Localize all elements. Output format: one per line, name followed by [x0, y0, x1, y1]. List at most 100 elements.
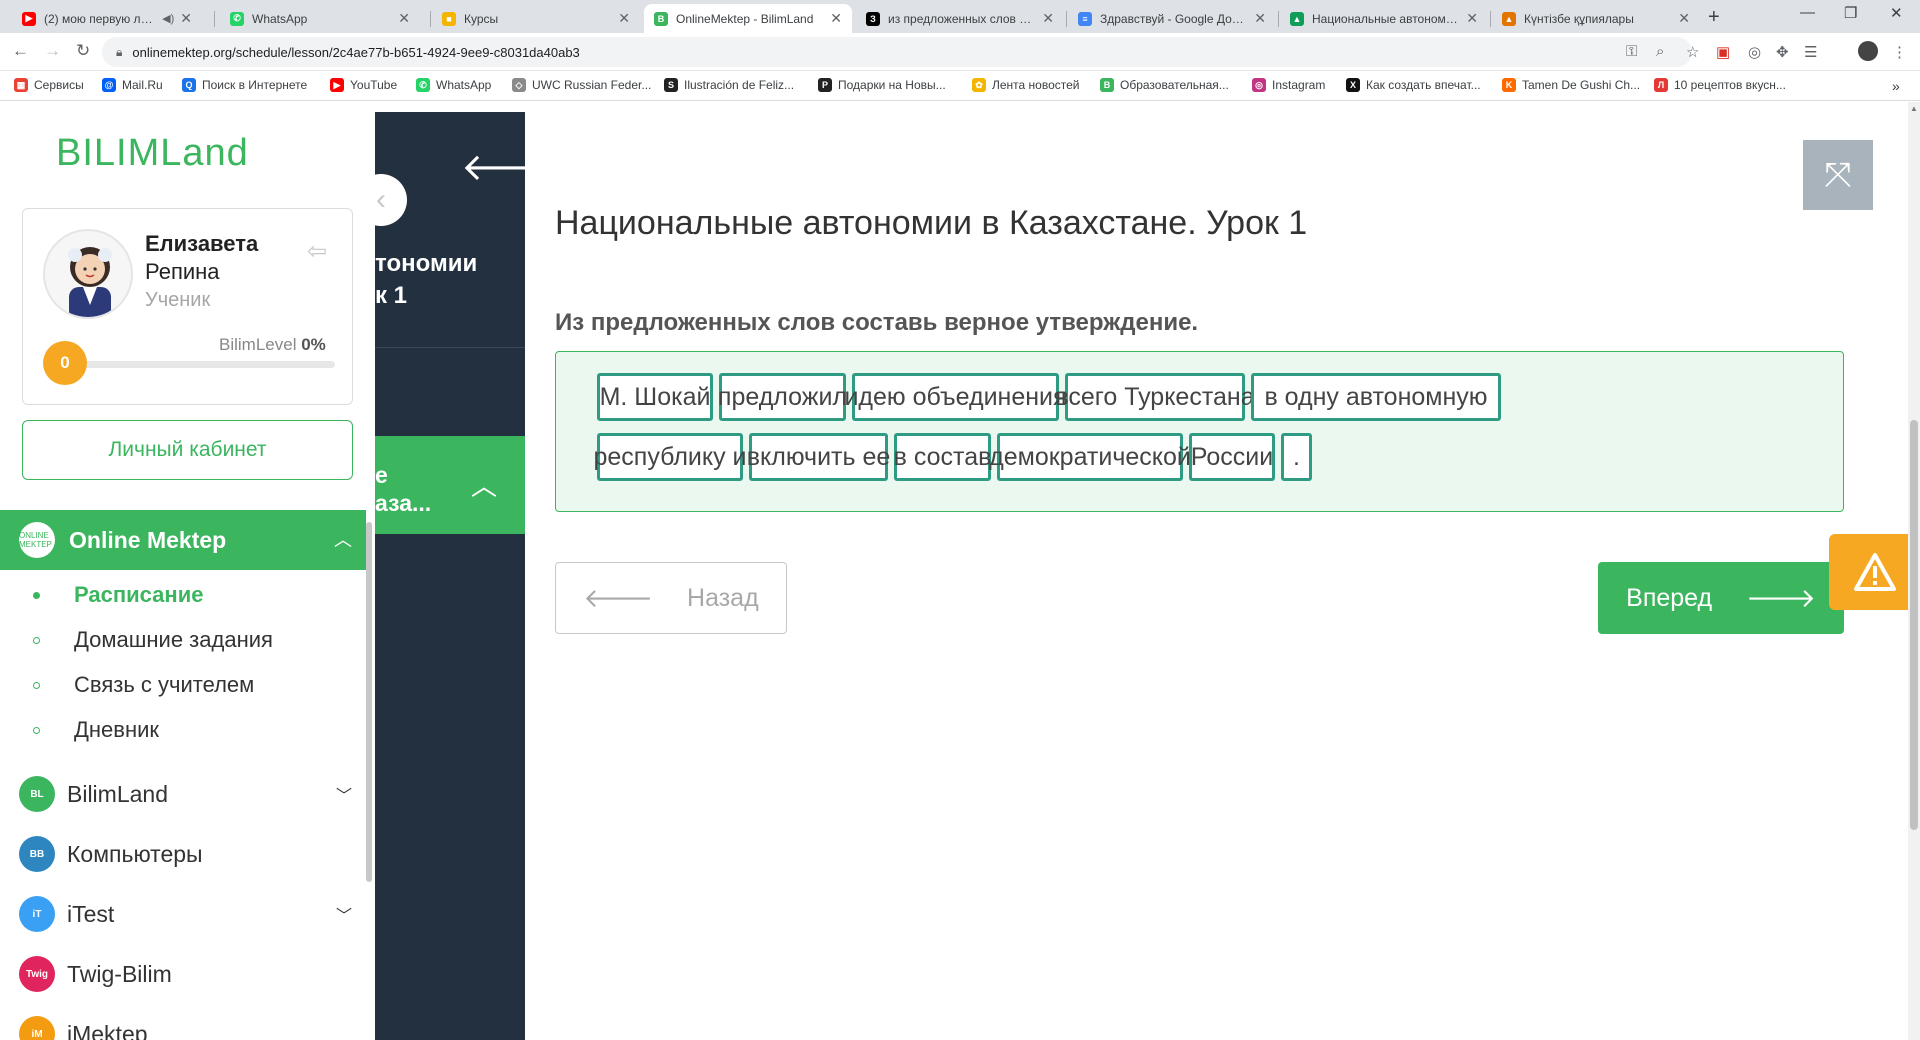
- scrollbar-thumb[interactable]: [1910, 420, 1918, 830]
- bookmark-uwc[interactable]: ◇ UWC Russian Feder...: [512, 78, 651, 92]
- reload-icon[interactable]: ↻: [76, 41, 90, 61]
- puzzle-icon[interactable]: ✥: [1776, 43, 1789, 61]
- word-tile[interactable]: М. Шокай: [597, 373, 713, 421]
- word-tile[interactable]: демократической: [989, 433, 1191, 481]
- bookmarks-overflow-icon[interactable]: »: [1892, 78, 1900, 94]
- fullscreen-button[interactable]: ⤧: [1803, 140, 1873, 210]
- mute-icon[interactable]: ◀): [162, 12, 174, 25]
- chevron-up-icon[interactable]: ︿: [334, 526, 352, 552]
- youtube-icon: ▶: [330, 78, 344, 92]
- zoom-icon[interactable]: ⌕: [1656, 43, 1664, 60]
- lock-icon[interactable]: 🔒︎: [116, 45, 122, 60]
- close-icon[interactable]: ✕: [618, 10, 630, 27]
- next-button[interactable]: Вперед 🡒: [1598, 562, 1844, 634]
- new-tab-icon[interactable]: +: [1708, 6, 1720, 29]
- profile-avatar[interactable]: [1858, 41, 1878, 61]
- close-icon[interactable]: ✕: [1678, 10, 1690, 27]
- bookmark-recipes[interactable]: Л 10 рецептов вкусн...: [1654, 78, 1786, 92]
- bilimbook-icon: BB: [19, 836, 55, 872]
- report-problem-button[interactable]: [1829, 534, 1920, 610]
- browser-tab[interactable]: ✆ WhatsApp ✕: [220, 4, 420, 33]
- sidebar-scrollbar[interactable]: [366, 522, 372, 882]
- bookmark-search[interactable]: Q Поиск в Интернете: [182, 78, 307, 92]
- logout-icon[interactable]: ⇦: [307, 237, 327, 266]
- word-answer-area[interactable]: М. Шокай предложил идею объединения всег…: [555, 351, 1844, 512]
- bookmark-services[interactable]: ▦ Сервисы: [14, 78, 84, 92]
- bookmark-ilustracion[interactable]: S Ilustración de Feliz...: [664, 78, 794, 92]
- personal-cabinet-button[interactable]: Личный кабинет: [22, 420, 353, 480]
- word-tile[interactable]: .: [1281, 433, 1312, 481]
- bilimland-logo[interactable]: BILIMLand: [56, 132, 249, 175]
- reading-list-icon[interactable]: ☰: [1804, 43, 1817, 61]
- back-arrow-icon[interactable]: 🡐: [461, 144, 525, 190]
- expand-icon: ⤧: [1824, 155, 1852, 194]
- module-imektep[interactable]: iM iMektep: [0, 1009, 366, 1040]
- chevron-up-icon[interactable]: ︿: [471, 466, 497, 503]
- browser-tab[interactable]: ▲ Национальные автономи... ✕: [1280, 4, 1488, 33]
- menu-online-mektep[interactable]: ONLINE MEKTEP Online Mektep ︿: [0, 510, 366, 570]
- collapse-panel-button[interactable]: ‹: [355, 174, 407, 226]
- tab-title: WhatsApp: [252, 11, 308, 26]
- bookmark-howto[interactable]: X Как создать впечат...: [1346, 78, 1481, 92]
- bookmark-gifts[interactable]: P Подарки на Новы...: [818, 78, 946, 92]
- word-tile[interactable]: в состав: [894, 433, 991, 481]
- module-twig-bilim[interactable]: Twig Twig-Bilim: [0, 949, 366, 999]
- close-icon[interactable]: ✕: [1042, 10, 1054, 27]
- tab-title: OnlineMektep - BilimLand: [676, 11, 814, 26]
- word-tile[interactable]: идею объединения: [844, 373, 1067, 421]
- tab-title: Национальные автономи...: [1312, 11, 1461, 26]
- word-tile[interactable]: включить ее: [747, 433, 890, 481]
- word-tile[interactable]: предложил: [718, 373, 847, 421]
- active-lesson-item[interactable]: [375, 436, 525, 534]
- word-tile[interactable]: всего Туркестана: [1055, 373, 1255, 421]
- bookmark-education[interactable]: B Образовательная...: [1100, 78, 1229, 92]
- kebab-menu-icon[interactable]: ⋮: [1892, 43, 1907, 61]
- close-icon[interactable]: ✕: [830, 10, 842, 27]
- minimize-icon[interactable]: —: [1800, 4, 1815, 21]
- classroom-icon: ■: [442, 11, 456, 26]
- browser-tab[interactable]: ▲ Күнтізбе құпиялары ✕: [1492, 4, 1700, 33]
- url-input[interactable]: 🔒︎ onlinemektep.org/schedule/lesson/2c4a…: [102, 37, 1692, 67]
- browser-tab[interactable]: ■ Курсы ✕: [432, 4, 640, 33]
- submenu-teacher-contact[interactable]: Связь с учителем: [0, 665, 366, 705]
- chevron-down-icon[interactable]: ﹀: [336, 782, 352, 806]
- bookmark-tamen[interactable]: K Tamen De Gushi Ch...: [1502, 78, 1640, 92]
- module-computers[interactable]: BB Компьютеры: [0, 829, 366, 879]
- browser-tab[interactable]: ▶ (2) мою первую любов... ◀) ✕: [12, 4, 202, 33]
- submenu-diary[interactable]: Дневник: [0, 710, 366, 750]
- star-icon[interactable]: ☆: [1686, 43, 1699, 61]
- back-arrow-icon[interactable]: ←: [12, 41, 29, 61]
- page-scrollbar[interactable]: ▲: [1908, 102, 1920, 1040]
- bookmark-whatsapp[interactable]: ✆ WhatsApp: [416, 78, 491, 92]
- bookmark-label: Подарки на Новы...: [838, 78, 946, 92]
- close-icon[interactable]: ✕: [1466, 10, 1478, 27]
- chevron-down-icon[interactable]: ﹀: [336, 902, 352, 926]
- bookmark-instagram[interactable]: ◎ Instagram: [1252, 78, 1325, 92]
- scroll-up-icon[interactable]: ▲: [1910, 104, 1918, 113]
- back-button[interactable]: 🡐 Назад: [555, 562, 787, 634]
- close-window-icon[interactable]: ✕: [1890, 4, 1903, 22]
- key-icon[interactable]: ⚿: [1626, 43, 1637, 60]
- close-icon[interactable]: ✕: [398, 10, 410, 27]
- tab-title: из предложенных слов со...: [888, 11, 1037, 26]
- restore-icon[interactable]: ❐: [1844, 4, 1857, 22]
- bookmark-mailru[interactable]: @ Mail.Ru: [102, 78, 163, 92]
- module-itest[interactable]: iT iTest ﹀: [0, 889, 366, 939]
- bookmark-news[interactable]: ✿ Лента новостей: [972, 78, 1080, 92]
- bookmark-youtube[interactable]: ▶ YouTube: [330, 78, 397, 92]
- word-tile[interactable]: республику и: [594, 433, 747, 481]
- extension-icon[interactable]: ◎: [1748, 43, 1761, 61]
- bookmarks-bar: ▦ Сервисы @ Mail.Ru Q Поиск в Интернете ▶ Yo…: [0, 71, 1920, 101]
- close-icon[interactable]: ✕: [180, 10, 192, 27]
- word-tile[interactable]: России: [1189, 433, 1275, 481]
- forward-arrow-icon[interactable]: →: [44, 41, 61, 61]
- module-bilimland[interactable]: BL BilimLand ﹀: [0, 769, 366, 819]
- word-tile[interactable]: в одну автономную: [1251, 373, 1501, 421]
- submenu-schedule[interactable]: Расписание: [0, 575, 366, 615]
- extension-new-icon[interactable]: ▣: [1716, 43, 1730, 61]
- browser-tab[interactable]: З из предложенных слов со... ✕: [856, 4, 1064, 33]
- browser-tab[interactable]: ≡ Здравствуй - Google Доку... ✕: [1068, 4, 1276, 33]
- submenu-homework[interactable]: Домашние задания: [0, 620, 366, 660]
- close-icon[interactable]: ✕: [1254, 10, 1266, 27]
- browser-tab-active[interactable]: B OnlineMektep - BilimLand ✕: [644, 4, 852, 33]
